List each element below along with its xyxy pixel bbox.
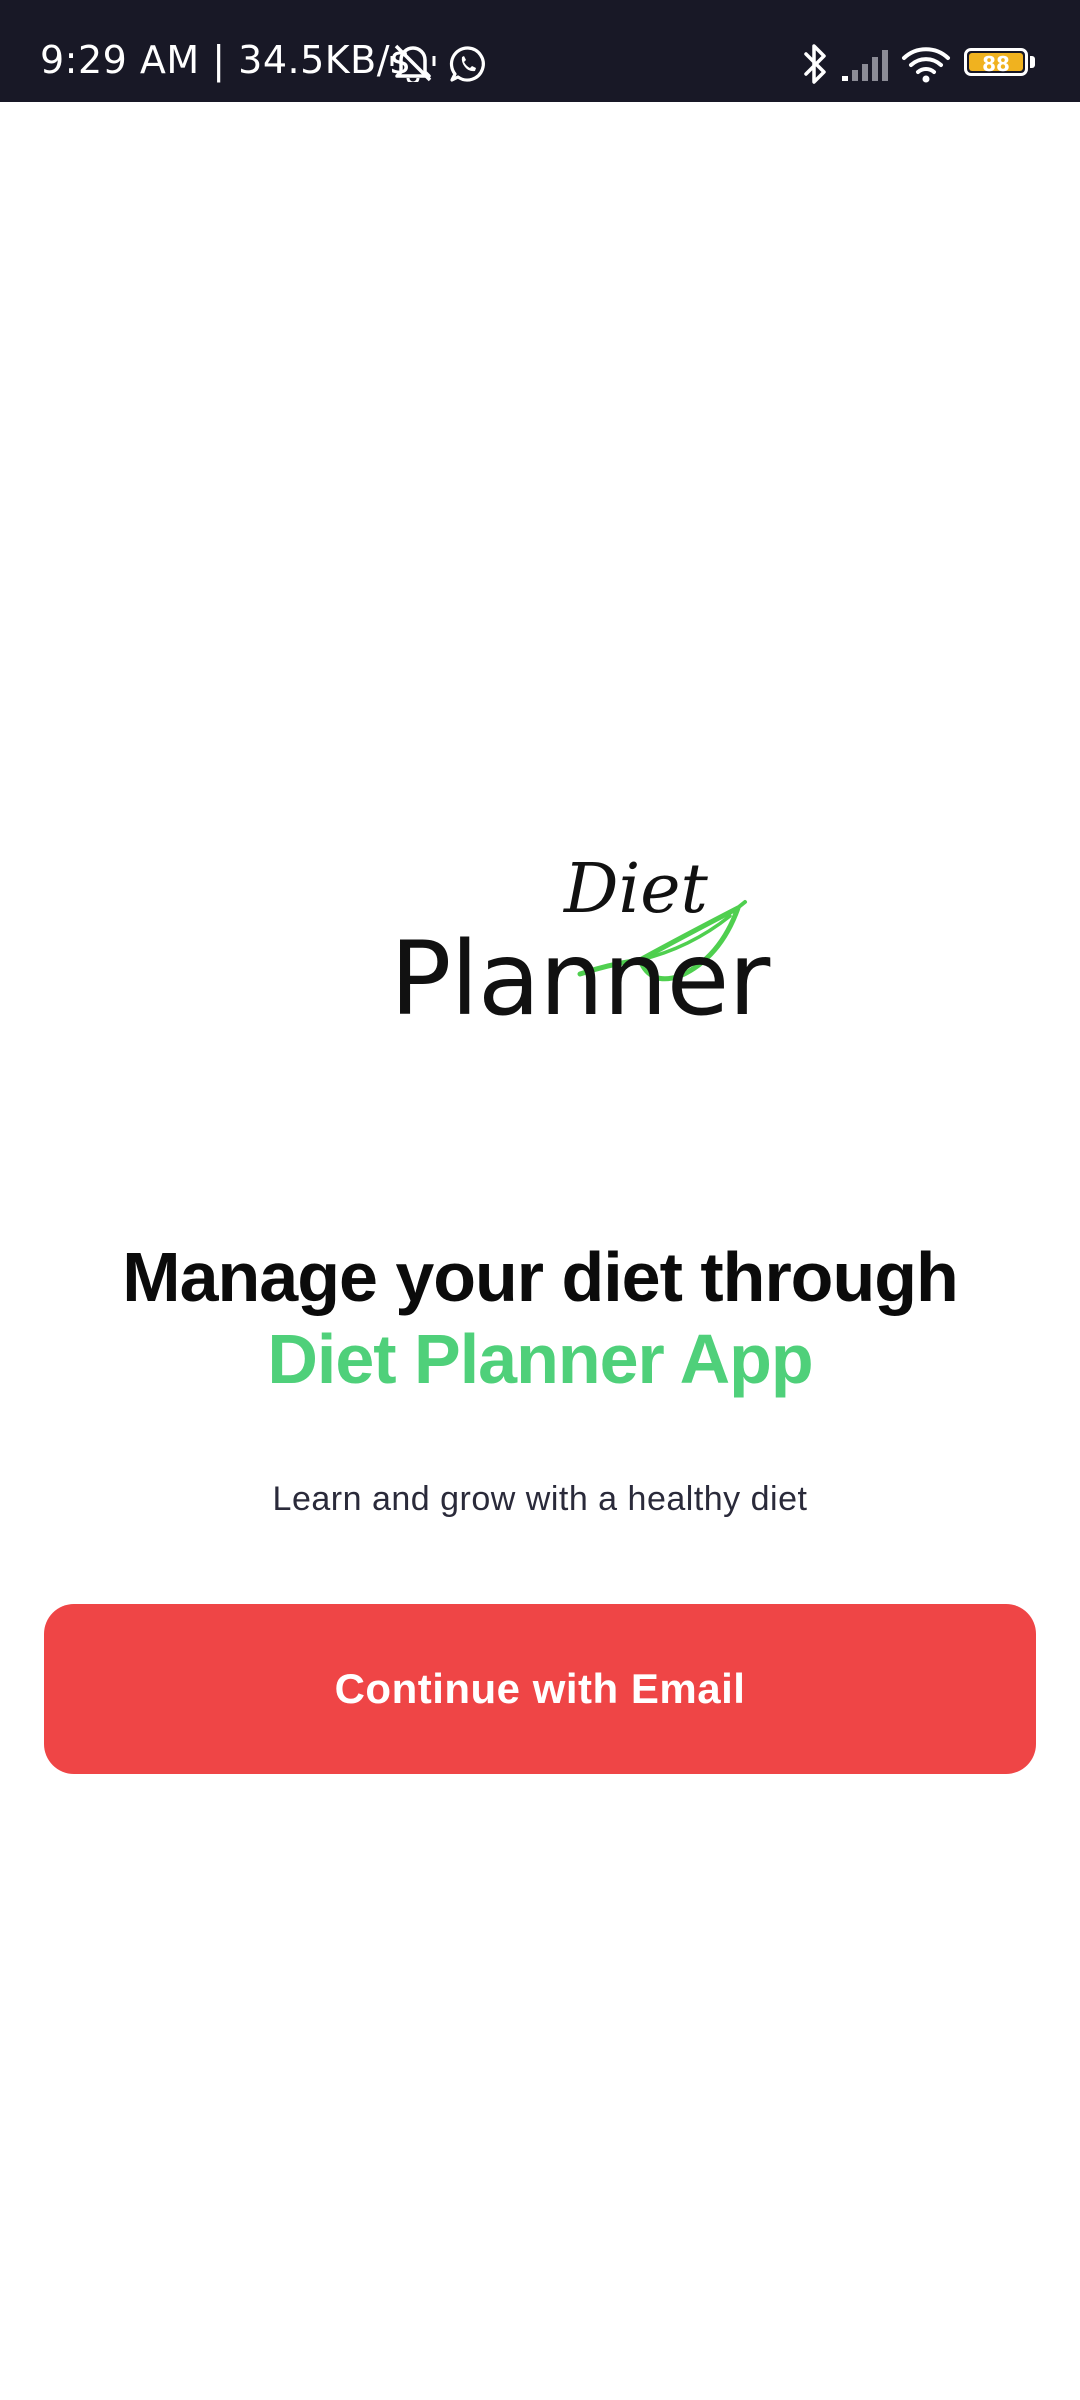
continue-with-email-button[interactable]: Continue with Email [44,1604,1036,1774]
battery-fill: 88 [969,52,1023,76]
logo-word-planner: Planner [390,920,770,1039]
whatsapp-icon [448,44,488,88]
status-bar: 9:29 AM | 34.5KB/s 88 [0,0,1080,102]
status-time-speed: 9:29 AM | 34.5KB/s [40,38,411,82]
wifi-icon [900,44,952,88]
bluetooth-icon [800,42,830,90]
battery-icon: 88 [964,48,1028,76]
headline-app-name: Diet Planner App [267,1320,813,1398]
headline: Manage your diet through Diet Planner Ap… [0,1236,1080,1400]
alarm-off-icon [390,42,436,86]
continue-with-email-label: Continue with Email [334,1665,746,1712]
battery-tip [1030,56,1035,68]
app-logo: Diet Planner [390,850,770,1050]
headline-line-1: Manage your diet through [122,1238,958,1316]
signal-icon [840,46,890,86]
subtitle: Learn and grow with a healthy diet [272,1480,808,1518]
battery-level: 88 [982,52,1010,76]
